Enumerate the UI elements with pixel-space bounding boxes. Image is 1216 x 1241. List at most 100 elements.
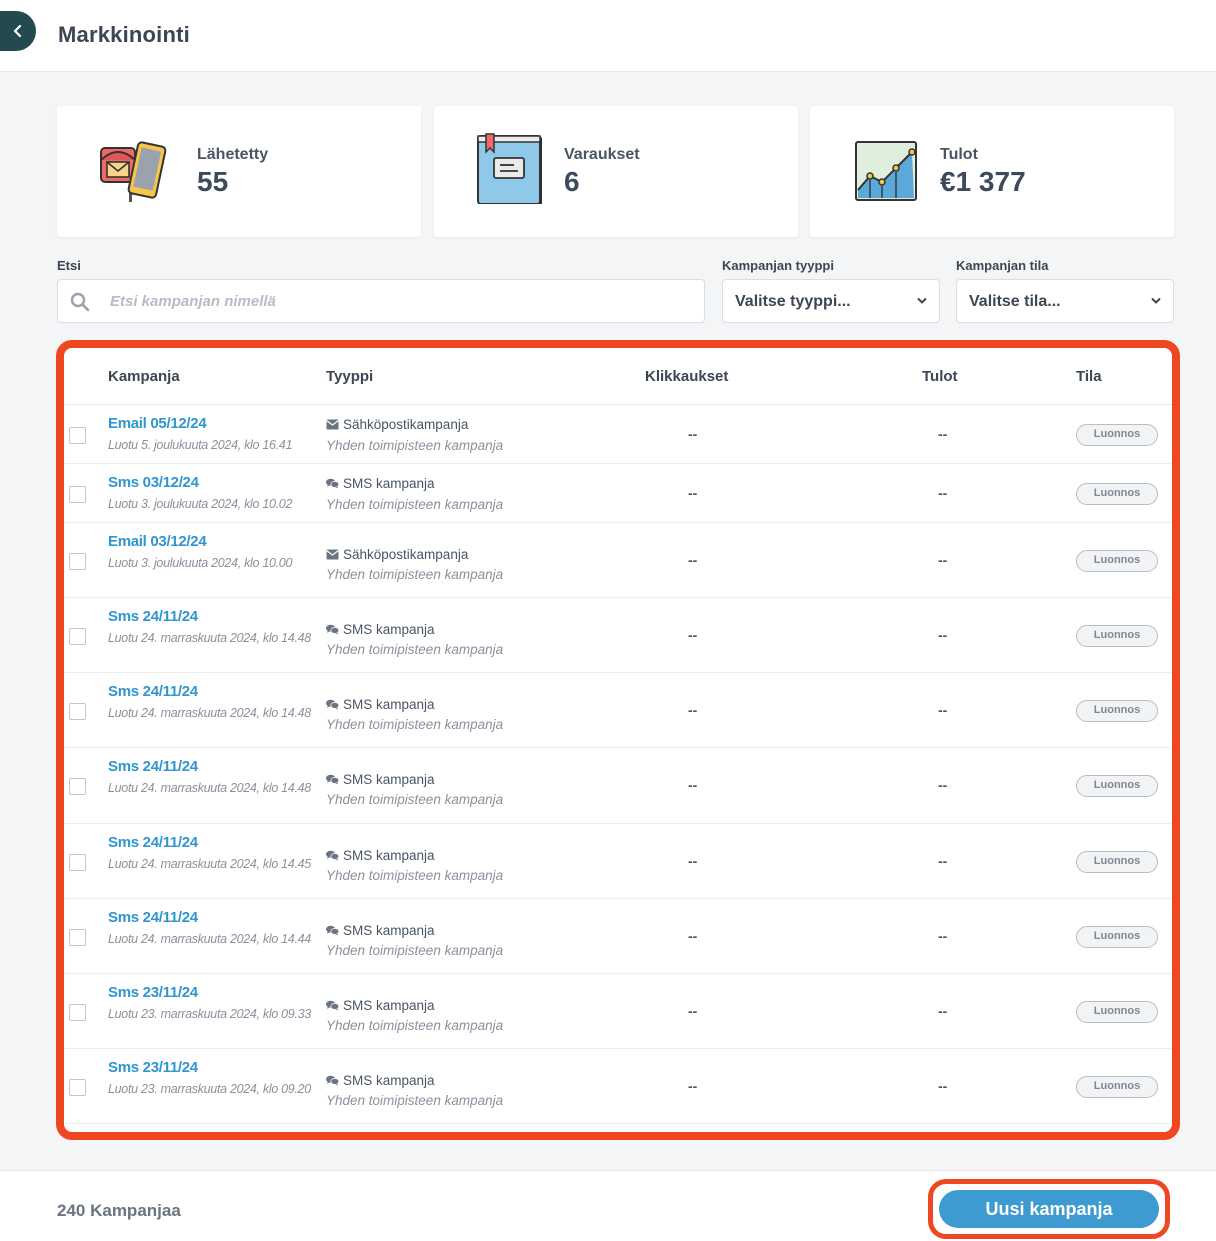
- table-row[interactable]: Email 03/12/24 Luotu 3. joulukuuta 2024, …: [64, 523, 1172, 598]
- campaign-type-label: SMS kampanja: [343, 697, 435, 712]
- back-button[interactable]: [0, 11, 36, 51]
- campaign-created-date: Luotu 24. marraskuuta 2024, klo 14.48: [108, 706, 311, 720]
- column-header-campaign[interactable]: Kampanja: [108, 368, 180, 385]
- clicks-value: --: [688, 853, 698, 869]
- search-label: Etsi: [57, 258, 81, 273]
- campaign-type-label: SMS kampanja: [343, 1073, 435, 1088]
- chat-icon: [326, 1000, 343, 1011]
- search-box: [57, 279, 705, 323]
- campaign-name-link[interactable]: Sms 24/11/24: [108, 758, 198, 775]
- table-row[interactable]: Sms 30/10/24 SMS kampanja: [64, 1124, 1172, 1140]
- campaign-name-link[interactable]: Sms 23/11/24: [108, 1059, 198, 1076]
- type-filter-label: Kampanjan tyyppi: [722, 258, 834, 273]
- campaign-type: SMS kampanja: [326, 923, 435, 938]
- campaign-name-link[interactable]: Sms 24/11/24: [108, 834, 198, 851]
- campaign-created-date: Luotu 24. marraskuuta 2024, klo 14.45: [108, 857, 311, 871]
- campaign-scope: Yhden toimipisteen kampanja: [326, 943, 504, 958]
- status-badge: Luonnos: [1076, 1001, 1158, 1023]
- row-checkbox[interactable]: [69, 486, 86, 503]
- table-row[interactable]: Email 05/12/24 Luotu 5. joulukuuta 2024, …: [64, 405, 1172, 464]
- status-badge: Luonnos: [1076, 926, 1158, 948]
- campaign-type-label: SMS kampanja: [343, 772, 435, 787]
- revenue-value: --: [938, 702, 948, 718]
- campaign-name-link[interactable]: Sms 24/11/24: [108, 683, 198, 700]
- new-campaign-button[interactable]: Uusi kampanja: [939, 1190, 1159, 1228]
- campaign-type-label: SMS kampanja: [343, 923, 435, 938]
- chat-icon: [326, 1138, 343, 1140]
- stat-card-sent: Lähetetty 55: [57, 106, 421, 237]
- campaign-type: SMS kampanja: [326, 1073, 435, 1088]
- row-checkbox[interactable]: [69, 703, 86, 720]
- campaign-type: SMS kampanja: [326, 998, 435, 1013]
- status-badge: Luonnos: [1076, 775, 1158, 797]
- campaign-name-link[interactable]: Sms 24/11/24: [108, 608, 198, 625]
- column-header-status[interactable]: Tila: [1076, 368, 1102, 385]
- table-row[interactable]: Sms 24/11/24 Luotu 24. marraskuuta 2024, …: [64, 899, 1172, 974]
- campaign-type: SMS kampanja: [326, 772, 435, 787]
- status-select-value: Valitse tila...: [969, 293, 1061, 310]
- row-checkbox[interactable]: [69, 929, 86, 946]
- clicks-value: --: [688, 1003, 698, 1019]
- status-badge: Luonnos: [1076, 625, 1158, 647]
- campaign-count: 240 Kampanjaa: [57, 1201, 181, 1220]
- chevron-left-icon: [13, 25, 22, 37]
- column-header-revenue[interactable]: Tulot: [922, 368, 958, 385]
- campaign-type-label: SMS kampanja: [343, 998, 435, 1013]
- type-select-value: Valitse tyyppi...: [735, 293, 851, 310]
- campaign-created-date: Luotu 23. marraskuuta 2024, klo 09.20: [108, 1082, 311, 1096]
- campaign-type: SMS kampanja: [326, 622, 435, 637]
- clicks-value: --: [688, 426, 698, 442]
- campaign-name-link[interactable]: Email 03/12/24: [108, 533, 207, 550]
- campaign-name-link[interactable]: Sms 24/11/24: [108, 909, 198, 926]
- stat-card-bookings: Varaukset 6: [434, 106, 798, 237]
- chat-icon: [326, 925, 343, 936]
- table-row[interactable]: Sms 24/11/24 Luotu 24. marraskuuta 2024, …: [64, 598, 1172, 673]
- row-checkbox[interactable]: [69, 1004, 86, 1021]
- row-checkbox[interactable]: [69, 854, 86, 871]
- campaign-type-label: SMS kampanja: [343, 1136, 435, 1140]
- status-select[interactable]: Valitse tila...: [956, 279, 1174, 323]
- revenue-value: --: [938, 928, 948, 944]
- chat-icon: [326, 699, 343, 710]
- row-checkbox[interactable]: [69, 427, 86, 444]
- campaign-name-link[interactable]: Sms 03/12/24: [108, 474, 199, 491]
- campaign-type-label: SMS kampanja: [343, 476, 435, 491]
- campaign-created-date: Luotu 3. joulukuuta 2024, klo 10.02: [108, 497, 293, 511]
- row-checkbox[interactable]: [69, 628, 86, 645]
- mailbox-phone-icon: [100, 141, 167, 202]
- table-header: Kampanja Tyyppi Klikkaukset Tulot Tila: [64, 348, 1172, 405]
- clicks-value: --: [688, 485, 698, 501]
- campaign-type: SMS kampanja: [326, 476, 435, 491]
- table-row[interactable]: Sms 24/11/24 Luotu 24. marraskuuta 2024, …: [64, 673, 1172, 748]
- revenue-value: --: [938, 552, 948, 568]
- campaign-name-link[interactable]: Email 05/12/24: [108, 415, 207, 432]
- campaign-type: Sähköpostikampanja: [326, 547, 468, 562]
- page-title: Markkinointi: [58, 22, 190, 47]
- stat-label: Tulot: [940, 146, 978, 163]
- column-header-type[interactable]: Tyyppi: [326, 368, 373, 385]
- chevron-down-icon: [917, 297, 927, 304]
- campaign-name-link[interactable]: Sms 23/11/24: [108, 984, 198, 1001]
- campaign-scope: Yhden toimipisteen kampanja: [326, 497, 504, 512]
- clicks-value: --: [688, 627, 698, 643]
- revenue-value: --: [938, 485, 948, 501]
- chat-icon: [326, 624, 343, 635]
- chat-icon: [326, 850, 343, 861]
- row-checkbox[interactable]: [69, 778, 86, 795]
- campaign-name-link[interactable]: Sms 30/10/24: [108, 1134, 199, 1140]
- table-row[interactable]: Sms 03/12/24 Luotu 3. joulukuuta 2024, kl…: [64, 464, 1172, 523]
- stat-value: €1 377: [940, 166, 1026, 197]
- table-row[interactable]: Sms 24/11/24 Luotu 24. marraskuuta 2024, …: [64, 748, 1172, 824]
- search-input[interactable]: [110, 290, 670, 312]
- table-row[interactable]: Sms 24/11/24 Luotu 24. marraskuuta 2024, …: [64, 824, 1172, 899]
- stat-label: Varaukset: [564, 146, 640, 163]
- column-header-clicks[interactable]: Klikkaukset: [645, 368, 728, 385]
- clicks-value: --: [688, 1078, 698, 1094]
- table-row[interactable]: Sms 23/11/24 Luotu 23. marraskuuta 2024, …: [64, 1049, 1172, 1124]
- stat-card-revenue: Tulot €1 377: [810, 106, 1174, 237]
- table-row[interactable]: Sms 23/11/24 Luotu 23. marraskuuta 2024, …: [64, 974, 1172, 1049]
- campaign-scope: Yhden toimipisteen kampanja: [326, 642, 504, 657]
- row-checkbox[interactable]: [69, 553, 86, 570]
- row-checkbox[interactable]: [69, 1079, 86, 1096]
- type-select[interactable]: Valitse tyyppi...: [722, 279, 940, 323]
